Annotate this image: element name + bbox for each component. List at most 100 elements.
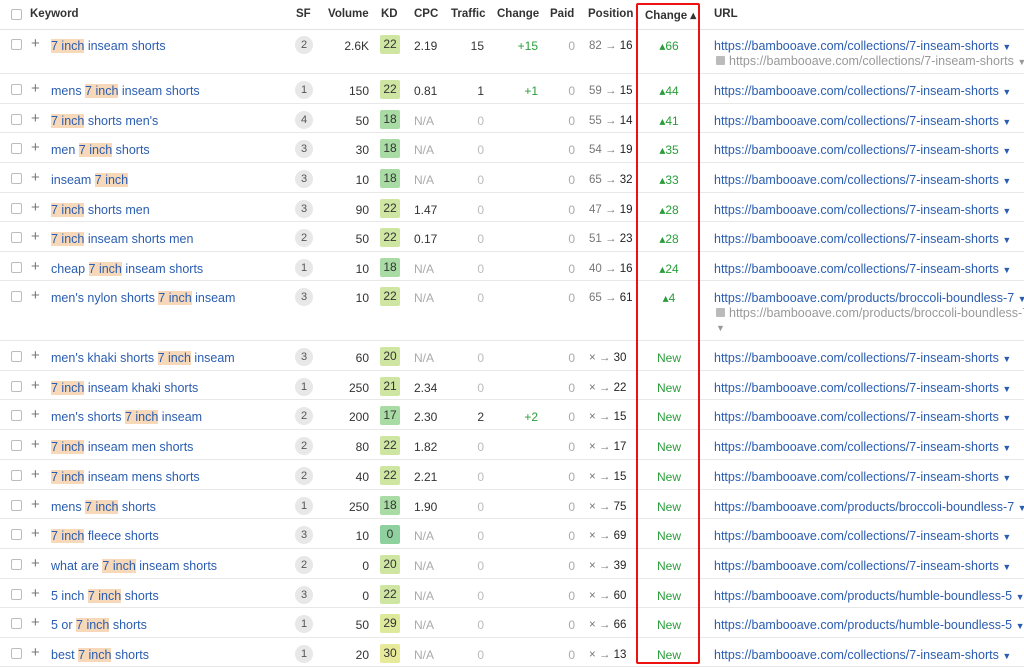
add-keyword-icon[interactable]: + bbox=[31, 200, 40, 215]
header-paid[interactable]: Paid bbox=[550, 8, 574, 20]
add-keyword-icon[interactable]: + bbox=[31, 140, 40, 155]
chevron-down-icon[interactable]: ▼ bbox=[1002, 265, 1011, 275]
keyword-link[interactable]: 7 inch inseam shorts bbox=[51, 39, 166, 53]
keyword-link[interactable]: mens 7 inch shorts bbox=[51, 500, 156, 514]
url-link[interactable]: https://bambooave.com/collections/7-inse… bbox=[714, 648, 1011, 663]
keyword-link[interactable]: 7 inch shorts men's bbox=[51, 114, 158, 128]
chevron-down-icon[interactable]: ▼ bbox=[1002, 87, 1011, 97]
chevron-down-icon[interactable]: ▼ bbox=[1002, 473, 1011, 483]
chevron-down-icon[interactable]: ▼ bbox=[1016, 592, 1024, 602]
header-position[interactable]: Position bbox=[588, 8, 633, 20]
keyword-link[interactable]: men's khaki shorts 7 inch inseam bbox=[51, 351, 235, 365]
header-traffic[interactable]: Traffic bbox=[451, 8, 486, 20]
chevron-down-icon[interactable]: ▼ bbox=[716, 323, 725, 333]
row-checkbox[interactable] bbox=[11, 173, 22, 184]
row-checkbox[interactable] bbox=[11, 410, 22, 421]
url-link[interactable]: https://bambooave.com/collections/7-inse… bbox=[714, 351, 1011, 366]
serp-features-badge[interactable]: 1 bbox=[295, 497, 313, 515]
serp-features-badge[interactable]: 1 bbox=[295, 378, 313, 396]
keyword-link[interactable]: inseam 7 inch bbox=[51, 173, 129, 187]
keyword-link[interactable]: men's nylon shorts 7 inch inseam bbox=[51, 291, 235, 305]
keyword-link[interactable]: 7 inch inseam shorts men bbox=[51, 232, 193, 246]
row-checkbox[interactable] bbox=[11, 529, 22, 540]
chevron-down-icon[interactable]: ▼ bbox=[1002, 146, 1011, 156]
serp-features-badge[interactable]: 3 bbox=[295, 288, 313, 306]
row-checkbox[interactable] bbox=[11, 470, 22, 481]
url-link[interactable]: https://bambooave.com/collections/7-inse… bbox=[714, 143, 1011, 158]
chevron-down-icon[interactable]: ▼ bbox=[1017, 57, 1024, 67]
url-link[interactable]: https://bambooave.com/collections/7-inse… bbox=[714, 381, 1011, 396]
url-link[interactable]: https://bambooave.com/collections/7-inse… bbox=[714, 470, 1011, 485]
row-checkbox[interactable] bbox=[11, 589, 22, 600]
url-link[interactable]: https://bambooave.com/collections/7-inse… bbox=[714, 114, 1011, 129]
keyword-link[interactable]: best 7 inch shorts bbox=[51, 648, 149, 662]
chevron-down-icon[interactable]: ▼ bbox=[1002, 443, 1011, 453]
serp-features-badge[interactable]: 3 bbox=[295, 348, 313, 366]
url-link[interactable]: https://bambooave.com/collections/7-inse… bbox=[714, 232, 1011, 247]
url-link[interactable]: https://bambooave.com/collections/7-inse… bbox=[714, 440, 1011, 455]
header-volume[interactable]: Volume bbox=[328, 8, 369, 20]
serp-features-badge[interactable]: 2 bbox=[295, 229, 313, 247]
row-checkbox[interactable] bbox=[11, 232, 22, 243]
keyword-link[interactable]: 7 inch shorts men bbox=[51, 203, 150, 217]
chevron-down-icon[interactable]: ▼ bbox=[1002, 532, 1011, 542]
add-keyword-icon[interactable]: + bbox=[31, 348, 40, 363]
url-link[interactable]: https://bambooave.com/collections/7-inse… bbox=[714, 262, 1011, 277]
keyword-link[interactable]: 5 inch 7 inch shorts bbox=[51, 589, 159, 603]
add-keyword-icon[interactable]: + bbox=[31, 497, 40, 512]
keyword-link[interactable]: 7 inch inseam khaki shorts bbox=[51, 381, 198, 395]
url-link[interactable]: https://bambooave.com/collections/7-inse… bbox=[714, 203, 1011, 218]
add-keyword-icon[interactable]: + bbox=[31, 615, 40, 630]
row-checkbox[interactable] bbox=[11, 500, 22, 511]
add-keyword-icon[interactable]: + bbox=[31, 645, 40, 660]
serp-features-badge[interactable]: 1 bbox=[295, 645, 313, 663]
serp-features-badge[interactable]: 1 bbox=[295, 81, 313, 99]
row-checkbox[interactable] bbox=[11, 648, 22, 659]
header-keyword[interactable]: Keyword bbox=[30, 8, 79, 20]
serp-features-badge[interactable]: 1 bbox=[295, 259, 313, 277]
url-link[interactable]: https://bambooave.com/collections/7-inse… bbox=[714, 529, 1011, 544]
url-link[interactable]: https://bambooave.com/collections/7-inse… bbox=[714, 559, 1011, 574]
chevron-down-icon[interactable]: ▼ bbox=[1018, 294, 1024, 304]
add-keyword-icon[interactable]: + bbox=[31, 556, 40, 571]
row-checkbox[interactable] bbox=[11, 39, 22, 50]
row-checkbox[interactable] bbox=[11, 291, 22, 302]
add-keyword-icon[interactable]: + bbox=[31, 81, 40, 96]
keyword-link[interactable]: 5 or 7 inch shorts bbox=[51, 618, 147, 632]
row-checkbox[interactable] bbox=[11, 440, 22, 451]
row-checkbox[interactable] bbox=[11, 84, 22, 95]
url-link[interactable]: https://bambooave.com/products/humble-bo… bbox=[714, 589, 1024, 604]
url-link[interactable]: https://bambooave.com/products/broccoli-… bbox=[714, 500, 1024, 515]
add-keyword-icon[interactable]: + bbox=[31, 467, 40, 482]
add-keyword-icon[interactable]: + bbox=[31, 526, 40, 541]
serp-features-badge[interactable]: 2 bbox=[295, 36, 313, 54]
serp-features-badge[interactable]: 2 bbox=[295, 556, 313, 574]
chevron-down-icon[interactable]: ▼ bbox=[1002, 562, 1011, 572]
serp-features-badge[interactable]: 3 bbox=[295, 170, 313, 188]
header-url[interactable]: URL bbox=[714, 8, 738, 20]
url-link[interactable]: https://bambooave.com/products/broccoli-… bbox=[714, 291, 1024, 306]
add-keyword-icon[interactable]: + bbox=[31, 229, 40, 244]
serp-features-badge[interactable]: 3 bbox=[295, 140, 313, 158]
header-kd[interactable]: KD bbox=[381, 8, 398, 20]
keyword-link[interactable]: 7 inch inseam mens shorts bbox=[51, 470, 200, 484]
chevron-down-icon[interactable]: ▼ bbox=[1002, 42, 1011, 52]
chevron-down-icon[interactable]: ▼ bbox=[1002, 235, 1011, 245]
header-cpc[interactable]: CPC bbox=[414, 8, 438, 20]
add-keyword-icon[interactable]: + bbox=[31, 288, 40, 303]
serp-features-badge[interactable]: 3 bbox=[295, 586, 313, 604]
header-change[interactable]: Change bbox=[497, 8, 539, 20]
header-sf[interactable]: SF bbox=[296, 8, 311, 20]
select-all-checkbox[interactable] bbox=[11, 9, 22, 20]
serp-features-badge[interactable]: 3 bbox=[295, 200, 313, 218]
keyword-link[interactable]: cheap 7 inch inseam shorts bbox=[51, 262, 203, 276]
serp-features-badge[interactable]: 2 bbox=[295, 407, 313, 425]
serp-features-badge[interactable]: 1 bbox=[295, 615, 313, 633]
serp-features-badge[interactable]: 2 bbox=[295, 467, 313, 485]
row-checkbox[interactable] bbox=[11, 262, 22, 273]
row-checkbox[interactable] bbox=[11, 618, 22, 629]
url-link[interactable]: https://bambooave.com/collections/7-inse… bbox=[714, 39, 1011, 54]
keyword-link[interactable]: mens 7 inch inseam shorts bbox=[51, 84, 200, 98]
add-keyword-icon[interactable]: + bbox=[31, 378, 40, 393]
chevron-down-icon[interactable]: ▼ bbox=[1002, 413, 1011, 423]
